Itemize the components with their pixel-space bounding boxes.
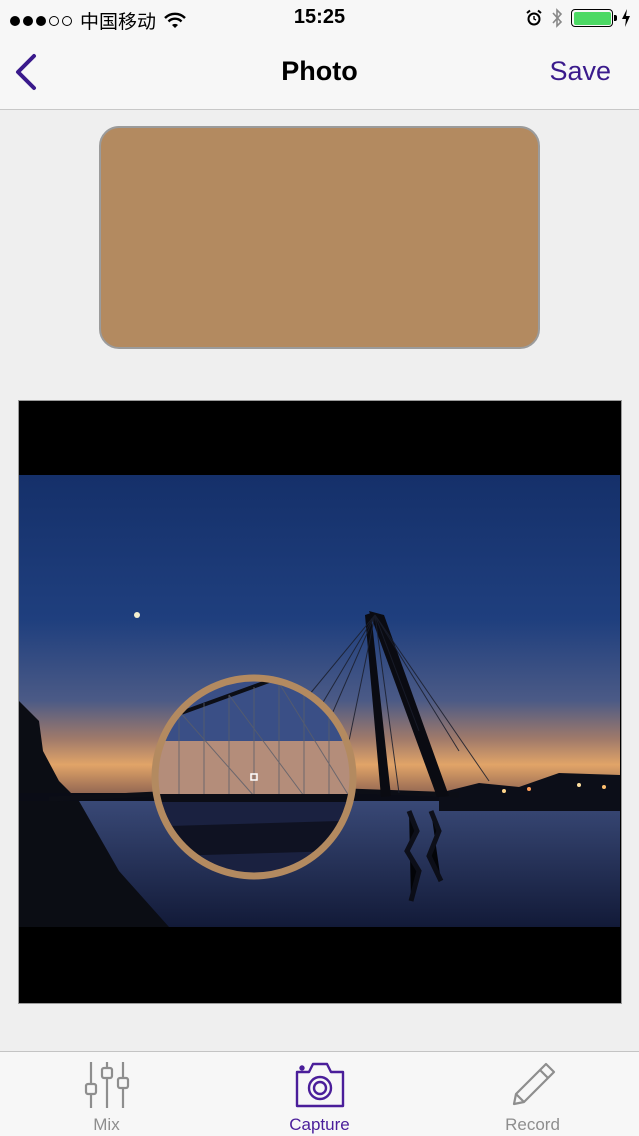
tab-record[interactable]: Record bbox=[426, 1052, 639, 1136]
pencil-icon bbox=[512, 1062, 555, 1106]
tab-record-label: Record bbox=[505, 1115, 560, 1134]
picked-color-swatch bbox=[99, 126, 540, 349]
save-button[interactable]: Save bbox=[549, 56, 611, 87]
charging-bolt-icon bbox=[622, 9, 630, 27]
tab-capture[interactable]: Capture bbox=[213, 1052, 426, 1136]
battery-icon bbox=[571, 9, 617, 27]
sliders-icon bbox=[84, 1062, 129, 1108]
tab-capture-label: Capture bbox=[289, 1115, 350, 1134]
camera-icon bbox=[295, 1062, 344, 1108]
photo-canvas[interactable] bbox=[18, 400, 622, 1004]
navigation-bar: Photo Save bbox=[0, 36, 639, 110]
alarm-icon bbox=[526, 9, 542, 26]
page-title: Photo bbox=[281, 56, 358, 86]
sunset-bridge-photo bbox=[19, 401, 620, 1002]
tab-mix-label: Mix bbox=[93, 1115, 120, 1134]
status-bar: 中国移动 15:25 bbox=[0, 0, 639, 36]
chevron-left-icon bbox=[16, 54, 36, 90]
tab-mix[interactable]: Mix bbox=[0, 1052, 213, 1136]
status-right bbox=[525, 8, 631, 28]
tab-bar: Mix Capture Record bbox=[0, 1051, 639, 1136]
bluetooth-icon bbox=[552, 8, 563, 28]
battery-fill bbox=[573, 11, 611, 25]
back-button[interactable] bbox=[10, 52, 46, 92]
